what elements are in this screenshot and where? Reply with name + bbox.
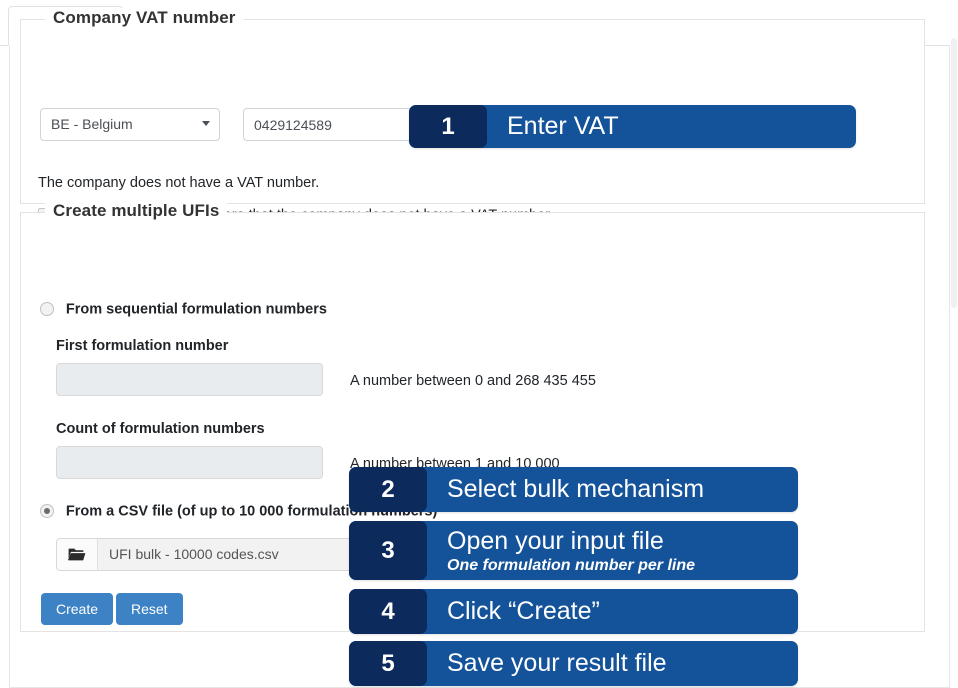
callout-step-5-body: Save your result file <box>427 641 798 686</box>
callout-step-1-body: Enter VAT <box>487 105 856 148</box>
callout-step-4-title: Click “Create” <box>447 597 600 625</box>
folder-icon <box>68 548 86 561</box>
first-formulation-number-hint: A number between 0 and 268 435 455 <box>350 373 596 389</box>
callout-step-4-number: 4 <box>349 589 427 634</box>
radio-csv-file[interactable] <box>40 504 54 519</box>
country-select[interactable]: BE - Belgium <box>40 108 220 141</box>
callout-step-2-number: 2 <box>349 467 427 512</box>
radio-sequential-label: From sequential formulation numbers <box>65 301 327 318</box>
callout-step-2: 2 Select bulk mechanism <box>349 467 798 512</box>
callout-step-2-title: Select bulk mechanism <box>447 475 705 503</box>
chevron-down-icon <box>202 121 210 126</box>
vertical-scrollbar-thumb[interactable] <box>951 38 957 308</box>
callout-step-5-number: 5 <box>349 641 427 686</box>
create-multiple-ufis-legend: Create multiple UFIs <box>45 201 228 221</box>
callout-step-1-title: Enter VAT <box>507 112 619 140</box>
callout-step-3: 3 Open your input file One formulation n… <box>349 521 798 580</box>
count-formulation-numbers-label: Count of formulation numbers <box>56 421 265 437</box>
first-formulation-number-label: First formulation number <box>56 338 229 354</box>
csv-file-name: UFI bulk - 10000 codes.csv <box>109 546 279 562</box>
callout-step-3-subtitle: One formulation number per line <box>447 556 696 574</box>
browse-file-button[interactable] <box>57 539 98 570</box>
callout-step-3-body: Open your input file One formulation num… <box>427 521 798 580</box>
country-select-value: BE - Belgium <box>51 116 133 132</box>
first-formulation-number-input[interactable] <box>56 363 323 396</box>
callout-step-5-title: Save your result file <box>447 649 667 677</box>
radio-sequential[interactable] <box>40 302 54 317</box>
no-vat-notice: The company does not have a VAT number. <box>38 175 320 191</box>
radio-row-sequential[interactable]: From sequential formulation numbers <box>40 300 327 320</box>
vertical-scrollbar[interactable] <box>950 0 958 688</box>
callout-step-4-body: Click “Create” <box>427 589 798 634</box>
count-formulation-numbers-input[interactable] <box>56 446 323 479</box>
callout-step-4: 4 Click “Create” <box>349 589 798 634</box>
callout-step-2-body: Select bulk mechanism <box>427 467 798 512</box>
callout-step-3-number: 3 <box>349 521 427 580</box>
callout-step-3-title: Open your input file <box>447 526 664 555</box>
callout-step-5: 5 Save your result file <box>349 641 798 686</box>
company-vat-legend: Company VAT number <box>45 8 244 28</box>
create-button[interactable]: Create <box>41 593 114 625</box>
callout-step-1: 1 Enter VAT <box>409 105 856 148</box>
callout-step-1-number: 1 <box>409 105 487 148</box>
reset-button[interactable]: Reset <box>116 593 183 625</box>
